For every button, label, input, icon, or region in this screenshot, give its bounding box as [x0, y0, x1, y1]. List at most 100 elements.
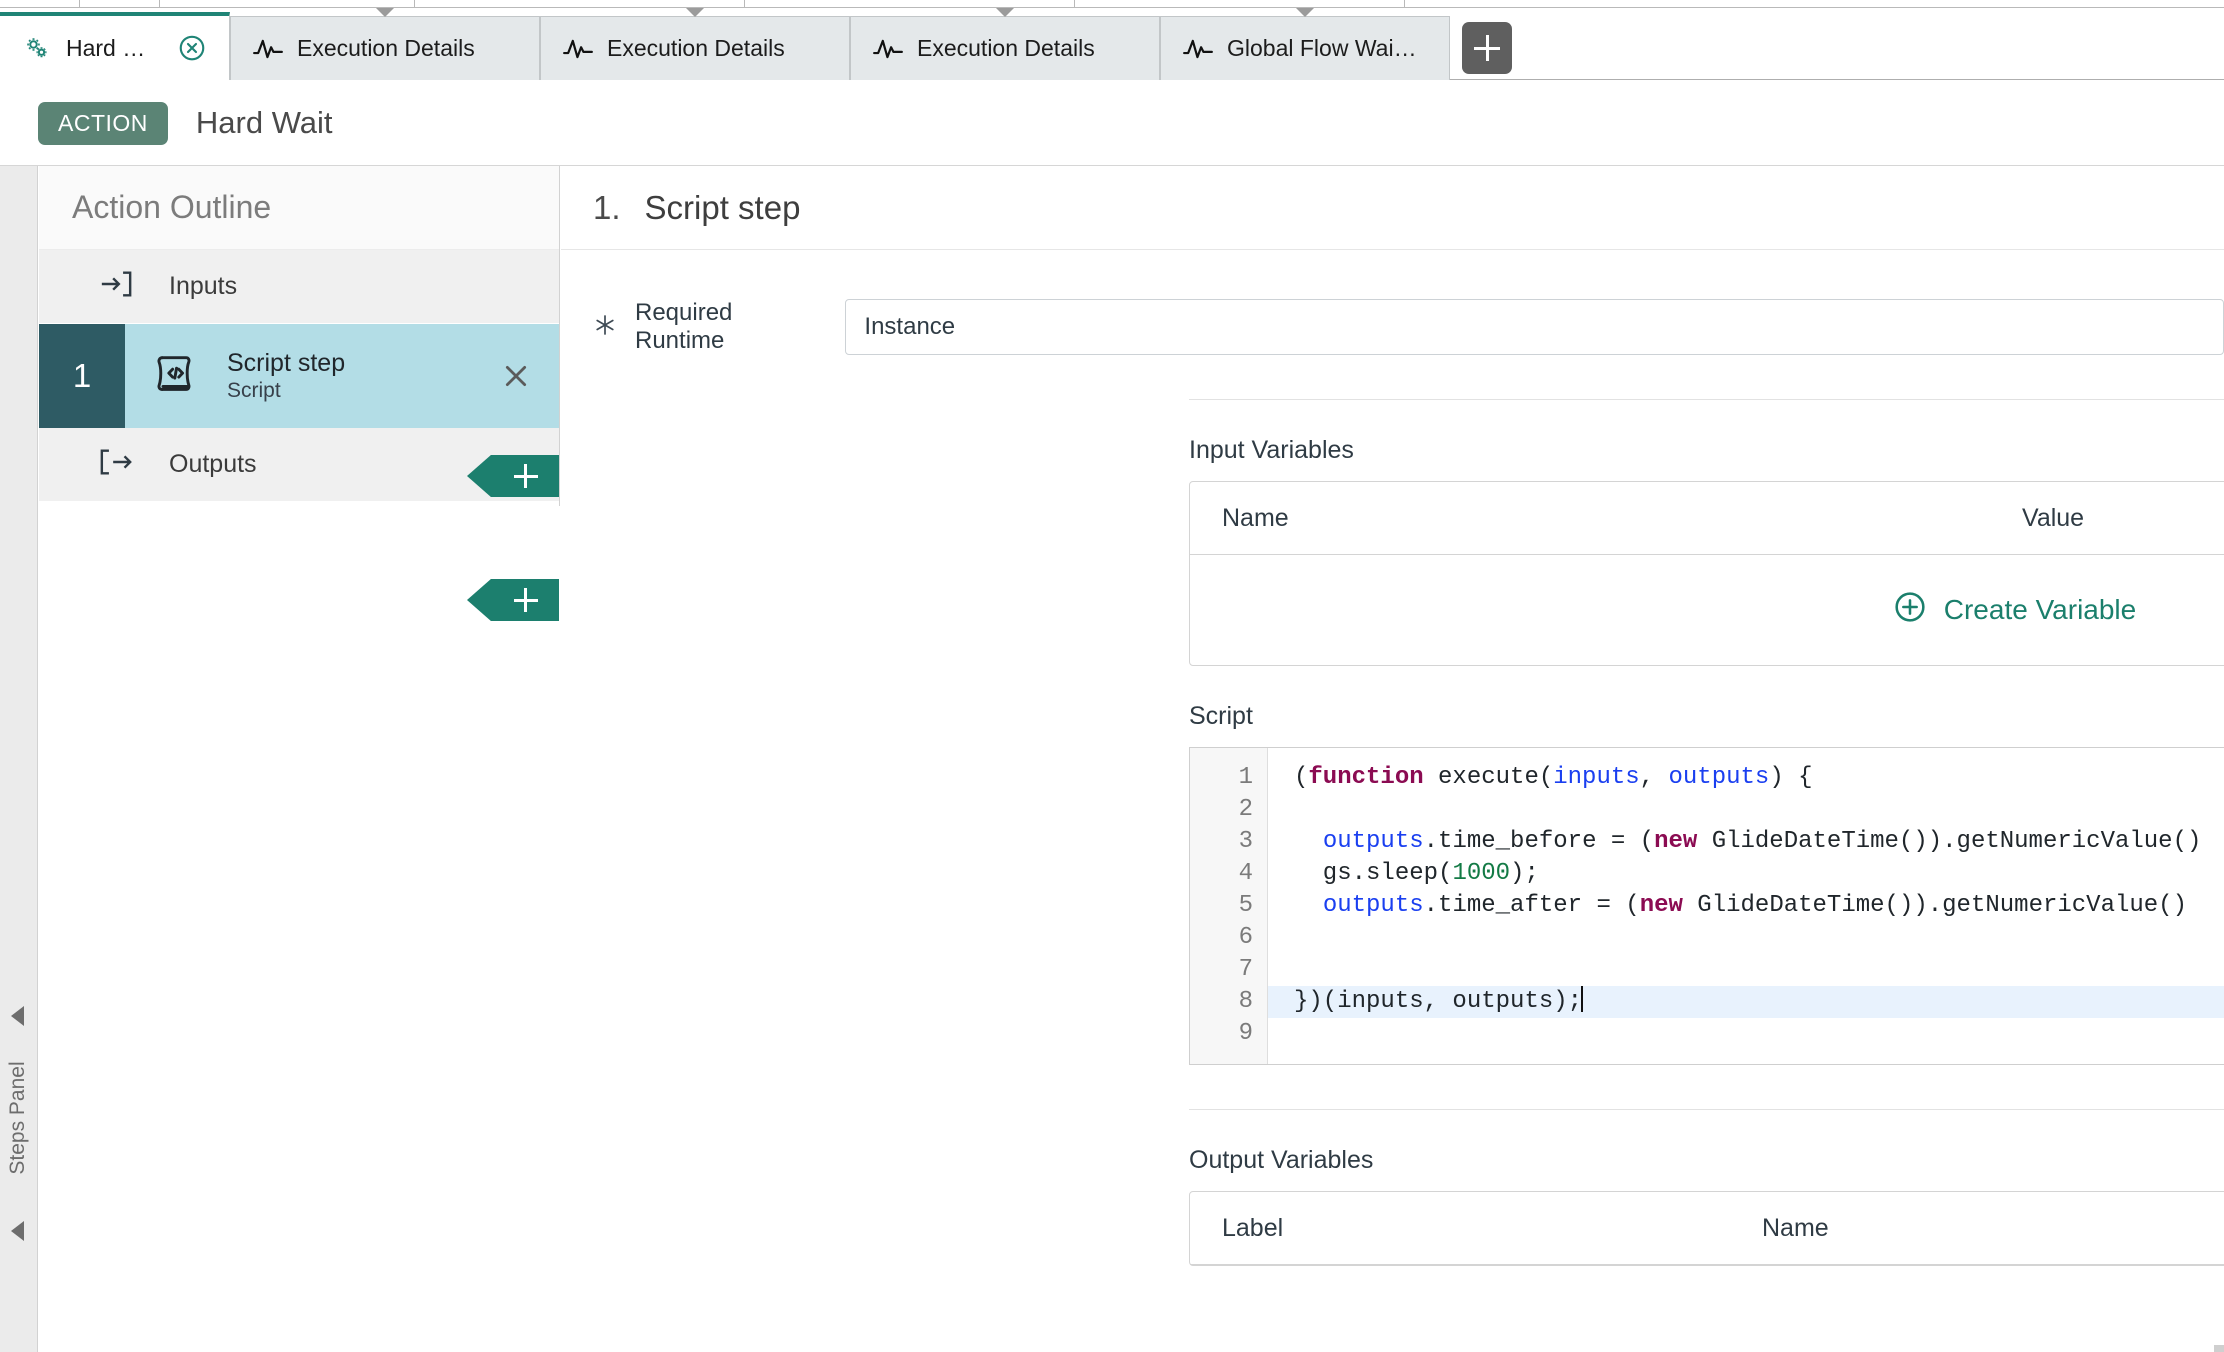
tab-5[interactable]: Global Flow Wai…: [1160, 16, 1450, 80]
code-token: 1000: [1452, 860, 1511, 887]
column-header-value: Value: [2022, 503, 2085, 532]
tab-label: Execution Details: [607, 35, 785, 61]
code-token: (: [1294, 764, 1309, 791]
outline-empty-space: [39, 506, 560, 1352]
required-runtime-label: Required Runtime: [635, 299, 733, 354]
tab-notch-marker: [686, 8, 704, 17]
arrow-out-bracket-icon: [99, 445, 133, 484]
action-outline-title: Action Outline: [39, 166, 559, 250]
code-token: new: [1639, 892, 1683, 919]
required-runtime-input[interactable]: Instance: [845, 299, 2224, 355]
code-token: gs.sleep(: [1294, 860, 1453, 887]
input-variables-header-row: Name Value: [1190, 482, 2224, 555]
steps-panel-collapse-top-icon[interactable]: [11, 1006, 24, 1026]
output-variables-section: Output Variables Label Name: [1189, 1110, 2224, 1266]
editor-line-number: 9: [1238, 1020, 1253, 1047]
input-variables-body: Create Variable: [1190, 555, 2224, 665]
code-token: function: [1308, 764, 1424, 791]
code-token: .time_before = (: [1423, 828, 1655, 855]
editor-code-line[interactable]: [1268, 1018, 2224, 1050]
code-token: );: [1510, 860, 1539, 887]
input-variables-table: Name Value Create Variable: [1189, 481, 2224, 666]
editor-code-line[interactable]: [1268, 922, 2224, 954]
action-outline-panel: Action Outline Inputs 1 Script step Scri…: [39, 166, 560, 1352]
sidebar-item-inputs-label: Inputs: [169, 272, 238, 300]
editor-line-number: 5: [1238, 892, 1253, 919]
page-header: ACTION Hard Wait: [0, 81, 2224, 166]
editor-code-line[interactable]: outputs.time_before = (new GlideDateTime…: [1268, 826, 2224, 858]
page-title: Hard Wait: [195, 105, 333, 140]
remove-step-icon[interactable]: [503, 363, 529, 389]
step-detail-header: 1. Script step: [561, 166, 2224, 250]
editor-code-line[interactable]: })(inputs, outputs);: [1268, 986, 2224, 1018]
script-title: Script: [1189, 702, 1253, 730]
code-token: outputs: [1668, 764, 1770, 791]
editor-line-number: 4: [1238, 860, 1253, 887]
browser-tab-divider: [0, 0, 1405, 8]
editor-code-line[interactable]: gs.sleep(1000);: [1268, 858, 2224, 890]
column-header-name: Name: [1222, 503, 1289, 532]
window-resize-grip[interactable]: [2214, 1345, 2224, 1352]
arrow-into-bracket-icon: [99, 267, 133, 306]
create-variable-button[interactable]: Create Variable: [1894, 591, 2136, 630]
step-type-label: Script: [227, 379, 281, 403]
tab-label: Hard Wait: [66, 34, 163, 61]
steps-panel-label: Steps Panel: [6, 1061, 29, 1175]
editor-code-line[interactable]: [1268, 794, 2224, 826]
code-token: inputs: [1553, 764, 1640, 791]
output-variables-table: Label Name: [1189, 1191, 2224, 1266]
new-tab-button[interactable]: [1462, 22, 1512, 74]
steps-panel-rail[interactable]: Steps Panel: [0, 166, 38, 1352]
editor-line-numbers: 1 2 3 4 5 6 7 8 9: [1190, 748, 1268, 1064]
output-variables-header-row: Label Name: [1190, 1192, 2224, 1265]
plus-circle-icon: [1894, 591, 1926, 630]
app-tab-bar: Hard Wait Execution Details Execution Deta…: [0, 8, 2224, 80]
tab-label: Execution Details: [297, 35, 475, 61]
tab-label: Execution Details: [917, 35, 1095, 61]
input-variables-section: Input Variables Name Value Create Variab…: [1189, 400, 2224, 666]
input-variables-title: Input Variables: [1189, 436, 1354, 464]
sidebar-item-script-step[interactable]: 1 Script step Script: [39, 324, 559, 428]
editor-line-number: 7: [1238, 956, 1253, 983]
wave-icon: [873, 37, 903, 61]
editor-code-line[interactable]: (function execute(inputs, outputs) {: [1268, 762, 2224, 794]
wave-icon: [563, 37, 593, 61]
editor-code-content[interactable]: (function execute(inputs, outputs) { out…: [1268, 748, 2224, 1064]
asterisk-icon: [593, 313, 617, 342]
editor-code-line[interactable]: [1268, 954, 2224, 986]
output-variables-title: Output Variables: [1189, 1146, 1374, 1174]
code-token: })(inputs, outputs);: [1294, 988, 1583, 1015]
tab-label: Global Flow Wai…: [1227, 35, 1417, 61]
tab-notch-marker: [1296, 8, 1314, 17]
script-code-editor[interactable]: 1 2 3 4 5 6 7 8 9 (function execute(inputs, outp…: [1189, 747, 2224, 1065]
cogs-icon: [22, 33, 52, 63]
editor-line-number: 6: [1238, 924, 1253, 951]
code-token: new: [1654, 828, 1698, 855]
wave-icon: [253, 37, 283, 61]
steps-panel-collapse-bottom-icon[interactable]: [11, 1221, 24, 1241]
code-token: .time_after = (: [1423, 892, 1640, 919]
tab-4[interactable]: Execution Details: [850, 16, 1160, 80]
text-cursor: [1581, 986, 1584, 1012]
sidebar-item-inputs[interactable]: Inputs: [39, 250, 559, 324]
step-form: Required Runtime Instance Input Variable…: [561, 250, 2224, 1266]
step-detail-panel: 1. Script step Required Runtime Instance…: [561, 166, 2224, 1352]
tab-2[interactable]: Execution Details: [230, 16, 540, 80]
step-name-label: Script step: [227, 348, 346, 377]
create-variable-label: Create Variable: [1943, 594, 2137, 625]
step-detail-number: 1.: [593, 188, 621, 226]
code-token: GlideDateTime()).getNumericValue(): [1682, 892, 2187, 919]
browser-tab-strip: [0, 0, 2224, 8]
tab-1[interactable]: Hard Wait: [0, 12, 230, 80]
editor-line-number: 8: [1238, 988, 1253, 1015]
editor-code-line[interactable]: outputs.time_after = (new GlideDateTime(…: [1268, 890, 2224, 922]
action-type-badge: ACTION: [38, 101, 168, 145]
step-number-badge: 1: [39, 324, 125, 428]
tab-3[interactable]: Execution Details: [540, 16, 850, 80]
close-circle-icon[interactable]: [177, 33, 207, 63]
code-token: outputs: [1322, 828, 1424, 855]
script-section: Script 1 2 3 4 5 6 7 8 9 (function execute(input…: [1189, 666, 2224, 1065]
code-token: ) {: [1769, 764, 1813, 791]
